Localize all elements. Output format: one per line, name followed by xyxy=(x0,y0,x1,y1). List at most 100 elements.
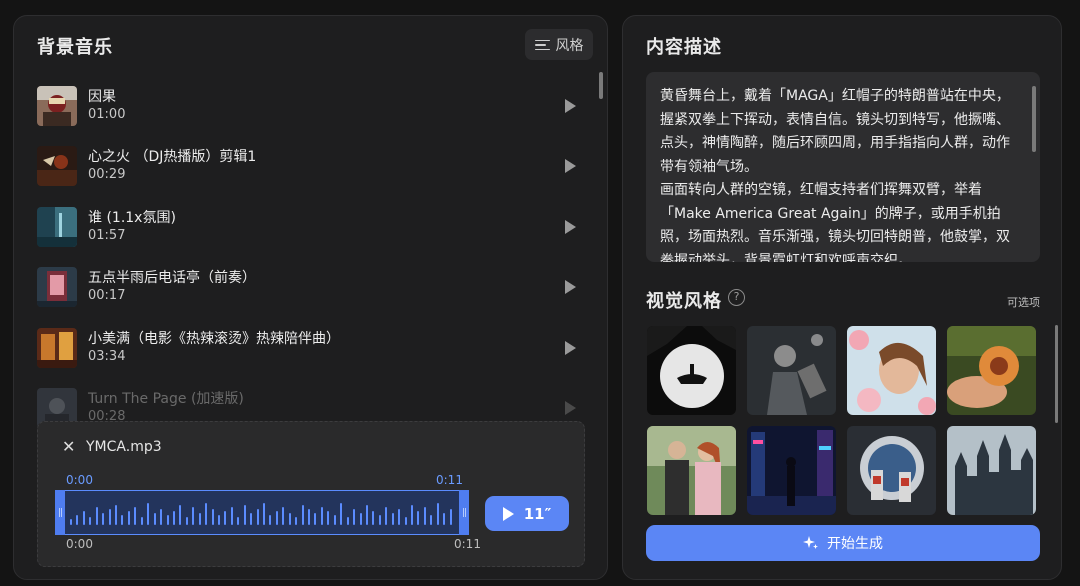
play-icon[interactable] xyxy=(565,280,576,294)
cyberpunk-city-thumbnail[interactable] xyxy=(747,426,836,515)
waveform-bar xyxy=(295,517,298,525)
waveform-bar xyxy=(372,511,375,525)
track-duration: 01:57 xyxy=(88,228,126,243)
description-textarea[interactable]: 黄昏舞台上，戴着「MAGA」红帽子的特朗普站在中央，握紧双拳上下挥动，表情自信。… xyxy=(646,72,1040,262)
trim-start-handle[interactable]: || xyxy=(55,490,65,535)
visual-style-title: 视觉风格 xyxy=(646,291,722,312)
album-cover-icon xyxy=(37,328,77,368)
gothic-castle-thumbnail[interactable] xyxy=(947,426,1036,515)
waveform-selection[interactable]: || || xyxy=(55,490,469,535)
play-icon[interactable] xyxy=(565,99,576,113)
waveform-bar xyxy=(237,517,240,525)
couple-portrait-thumbnail[interactable] xyxy=(647,426,736,515)
play-clip-button[interactable]: 11″ xyxy=(485,496,569,531)
waveform-bar xyxy=(263,503,265,525)
waveform-bar xyxy=(70,519,72,525)
woman-blossoms-thumbnail[interactable] xyxy=(847,326,936,415)
selection-end-time: 0:11 xyxy=(436,473,463,487)
moon-silhouette-thumbnail[interactable] xyxy=(647,326,736,415)
play-icon[interactable] xyxy=(565,220,576,234)
style-filter-button[interactable]: 风格 xyxy=(525,29,593,60)
selection-start-time: 0:00 xyxy=(66,473,93,487)
waveform-bar xyxy=(436,503,439,525)
track-title: 心之火 （DJ热播版）剪辑1 xyxy=(88,149,257,165)
track-item[interactable]: 因果 01:00 xyxy=(37,84,592,132)
waveform-bar xyxy=(275,511,278,525)
generate-label: 开始生成 xyxy=(827,536,883,552)
music-panel-title: 背景音乐 xyxy=(37,37,113,58)
play-icon[interactable] xyxy=(565,401,576,415)
audio-clip-editor: ✕ YMCA.mp3 0:00 0:11 || || 0:00 0:11 11″ xyxy=(37,421,585,567)
timeline-end-time: 0:11 xyxy=(454,537,481,551)
waveform-bar xyxy=(76,515,79,525)
waveform-bar xyxy=(256,509,259,525)
album-cover-icon xyxy=(37,146,77,186)
waveform-bar xyxy=(115,505,118,525)
waveform-bar xyxy=(147,503,150,525)
waveform-bar xyxy=(327,511,330,525)
content-panel: 内容描述 黄昏舞台上，戴着「MAGA」红帽子的特朗普站在中央，握紧双拳上下挥动，… xyxy=(622,15,1062,580)
concert-singer-thumbnail[interactable] xyxy=(747,326,836,415)
waveform-bar xyxy=(134,507,137,525)
start-generate-button[interactable]: 开始生成 xyxy=(646,525,1040,561)
waveform-bar xyxy=(172,511,175,525)
waveform-bar xyxy=(410,505,413,525)
waveform-bar xyxy=(179,505,182,525)
waveform-bar xyxy=(404,517,407,525)
close-icon[interactable]: ✕ xyxy=(62,437,75,456)
waveform-bar xyxy=(449,509,452,525)
album-cover-icon xyxy=(37,86,77,126)
waveform-bar xyxy=(333,515,336,525)
waveform-bar xyxy=(314,513,317,525)
play-icon[interactable] xyxy=(565,159,576,173)
audio-file-name: YMCA.mp3 xyxy=(86,439,162,455)
track-item[interactable]: 小美满（电影《热辣滚烫》热辣陪伴曲） 03:34 xyxy=(37,326,592,374)
style-grid-scrollbar[interactable] xyxy=(1055,325,1058,423)
astronauts-portal-thumbnail[interactable] xyxy=(847,426,936,515)
album-cover-icon xyxy=(37,267,77,307)
peach-hand-thumbnail[interactable] xyxy=(947,326,1036,415)
waveform-bar xyxy=(269,515,272,525)
timeline-start-time: 0:00 xyxy=(66,537,93,551)
optional-label: 可选项 xyxy=(1007,296,1040,309)
track-item[interactable]: 五点半雨后电话亭（前奏） 00:17 xyxy=(37,265,592,313)
description-title: 内容描述 xyxy=(646,37,722,58)
waveform-bar xyxy=(89,517,92,525)
track-list-scrollbar[interactable] xyxy=(599,72,603,99)
waveform-bar xyxy=(250,513,253,525)
waveform-bar xyxy=(365,505,368,525)
waveform-bar xyxy=(308,509,311,525)
play-icon[interactable] xyxy=(565,341,576,355)
waveform-bar xyxy=(127,511,130,525)
background-music-panel: 背景音乐 风格 因果 01:00 心之火 （DJ热播版）剪辑1 00:29 谁 … xyxy=(13,15,608,580)
waveform-bar xyxy=(217,515,220,525)
track-duration: 00:29 xyxy=(88,167,126,182)
waveform-bar xyxy=(82,511,85,525)
description-scrollbar[interactable] xyxy=(1032,86,1036,152)
waveform-bar xyxy=(288,513,291,525)
music-track-list[interactable]: 因果 01:00 心之火 （DJ热播版）剪辑1 00:29 谁 (1.1x氛围)… xyxy=(14,76,607,428)
play-icon xyxy=(502,506,514,521)
waveform-bar xyxy=(211,509,214,525)
track-item[interactable]: 谁 (1.1x氛围) 01:57 xyxy=(37,205,592,253)
waveform-bar xyxy=(443,513,446,525)
description-text[interactable]: 黄昏舞台上，戴着「MAGA」红帽子的特朗普站在中央，握紧双拳上下挥动，表情自信。… xyxy=(660,85,1022,262)
waveform-bar xyxy=(385,507,388,525)
track-item[interactable]: 心之火 （DJ热播版）剪辑1 00:29 xyxy=(37,144,592,192)
clip-duration-label: 11″ xyxy=(523,504,552,523)
trim-end-handle[interactable]: || xyxy=(459,490,469,535)
help-icon[interactable]: ? xyxy=(728,289,745,306)
waveform-bar xyxy=(417,511,420,525)
waveform-bar xyxy=(205,503,208,525)
waveform-bar xyxy=(166,515,169,525)
album-cover-icon xyxy=(37,207,77,247)
sparkle-icon xyxy=(803,536,818,549)
waveform-bar xyxy=(102,513,105,525)
style-filter-label: 风格 xyxy=(555,37,584,54)
track-title: Turn The Page (加速版) xyxy=(88,391,244,407)
waveform-bar xyxy=(121,515,124,525)
waveform-bar xyxy=(192,507,195,525)
waveform-bar xyxy=(224,511,227,525)
waveform-bar xyxy=(301,505,304,525)
waveform-bar xyxy=(140,517,143,525)
